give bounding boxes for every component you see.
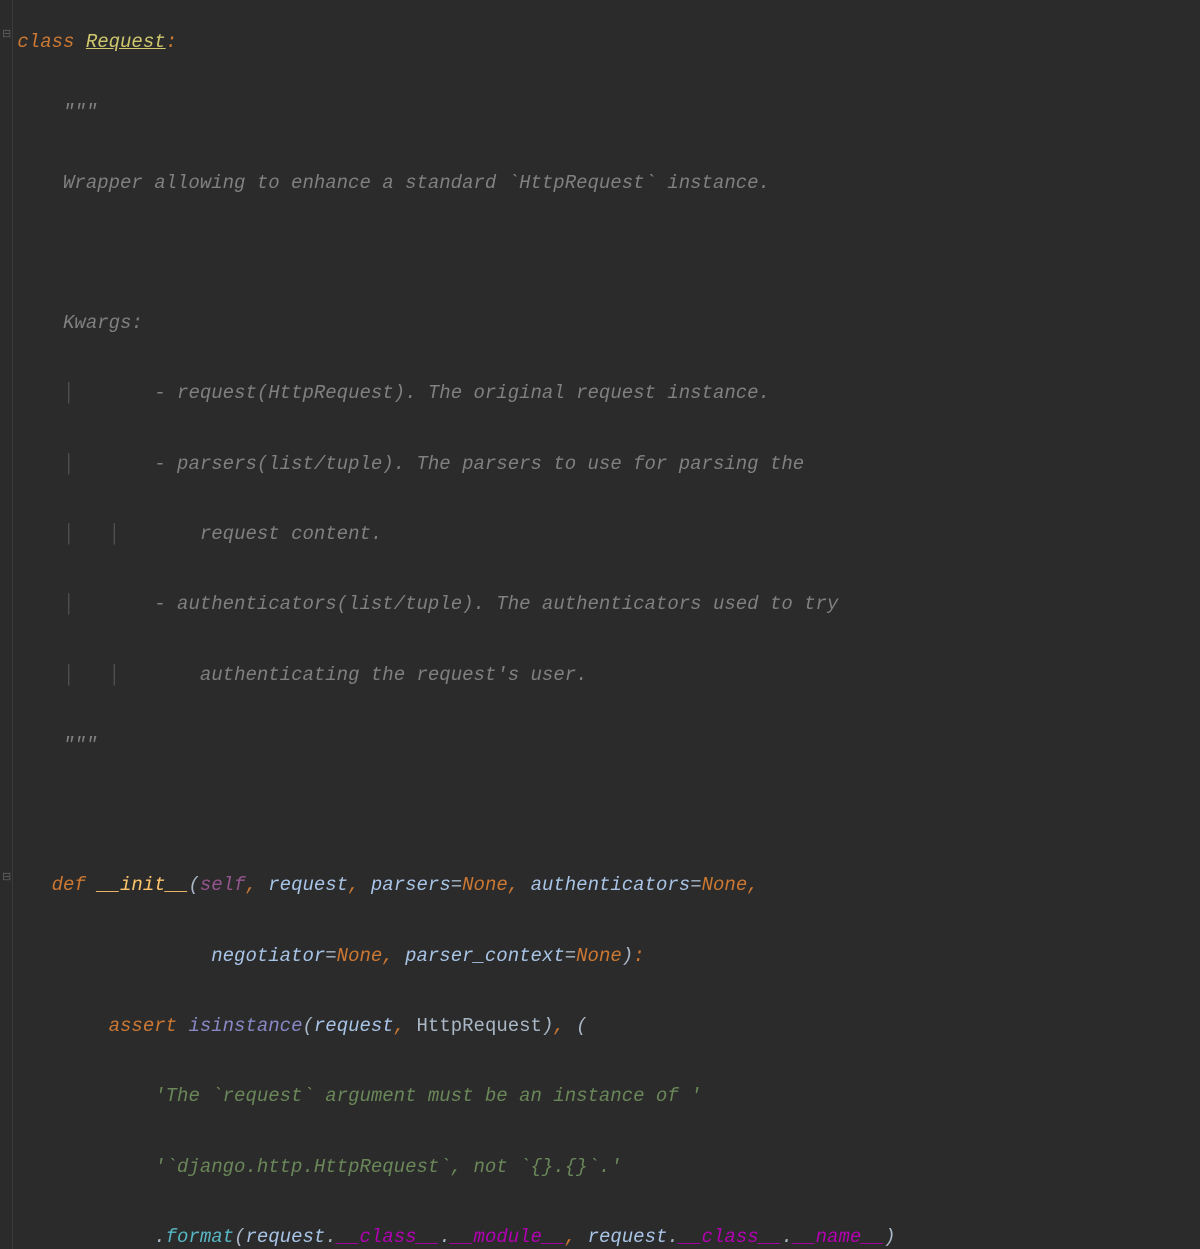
class-keyword: class: [17, 31, 85, 53]
none-literal: None: [576, 945, 622, 967]
docstring-close: """: [0, 728, 1180, 763]
self-param: self: [200, 874, 246, 896]
docstring-line: │ - request(HttpRequest). The original r…: [0, 376, 1180, 411]
docstring-line: Wrapper allowing to enhance a standard `…: [0, 166, 1180, 201]
class-declaration-line: ⊟ class Request:: [0, 25, 1180, 60]
dunder-name: __name__: [793, 1226, 884, 1248]
docstring-open: """: [0, 95, 1180, 130]
format-call: format: [166, 1226, 234, 1248]
def-keyword: def: [52, 874, 98, 896]
fold-icon[interactable]: ⊟: [2, 868, 11, 888]
none-literal: None: [337, 945, 383, 967]
param-authenticators: authenticators: [531, 874, 691, 896]
dunder-class: __class__: [337, 1226, 440, 1248]
param-request: request: [268, 874, 348, 896]
docstring-line: [0, 236, 1180, 271]
none-literal: None: [702, 874, 748, 896]
fold-icon[interactable]: ⊟: [2, 25, 11, 45]
param-negotiator: negotiator: [211, 945, 325, 967]
code-editor[interactable]: ⊟ class Request: """ Wrapper allowing to…: [0, 0, 1200, 1249]
request-arg: request: [314, 1015, 394, 1037]
param-parser-context: parser_context: [405, 945, 565, 967]
none-literal: None: [462, 874, 508, 896]
method-name: __init__: [97, 874, 188, 896]
def-line: ⊟ def __init__(self, request, parsers=No…: [0, 868, 1180, 903]
docstring-line: Kwargs:: [0, 306, 1180, 341]
dunder-class: __class__: [679, 1226, 782, 1248]
string-line: '`django.http.HttpRequest`, not `{}.{}`.…: [0, 1150, 1180, 1185]
isinstance-call: isinstance: [188, 1015, 302, 1037]
triple-quote: """: [63, 101, 97, 123]
def-line-cont: negotiator=None, parser_context=None):: [0, 939, 1180, 974]
docstring-line: │ - parsers(list/tuple). The parsers to …: [0, 447, 1180, 482]
string-literal: '`django.http.HttpRequest`, not `{}.{}`.…: [154, 1156, 621, 1178]
assert-line: assert isinstance(request, HttpRequest),…: [0, 1009, 1180, 1044]
param-parsers: parsers: [371, 874, 451, 896]
httprequest-class: HttpRequest: [417, 1015, 542, 1037]
dunder-module: __module__: [451, 1226, 565, 1248]
string-literal: 'The `request` argument must be an insta…: [154, 1085, 701, 1107]
docstring-line: │ │ authenticating the request's user.: [0, 658, 1180, 693]
triple-quote: """: [63, 734, 97, 756]
request-ref: request: [588, 1226, 668, 1248]
docstring-line: │ │ request content.: [0, 517, 1180, 552]
colon: :: [166, 31, 177, 53]
request-ref: request: [245, 1226, 325, 1248]
docstring-line: │ - authenticators(list/tuple). The auth…: [0, 587, 1180, 622]
format-line: .format(request.__class__.__module__, re…: [0, 1220, 1180, 1249]
blank-line: [0, 798, 1180, 833]
class-name: Request: [86, 31, 166, 53]
string-line: 'The `request` argument must be an insta…: [0, 1079, 1180, 1114]
assert-keyword: assert: [109, 1015, 189, 1037]
code-block[interactable]: ⊟ class Request: """ Wrapper allowing to…: [0, 25, 1180, 1249]
